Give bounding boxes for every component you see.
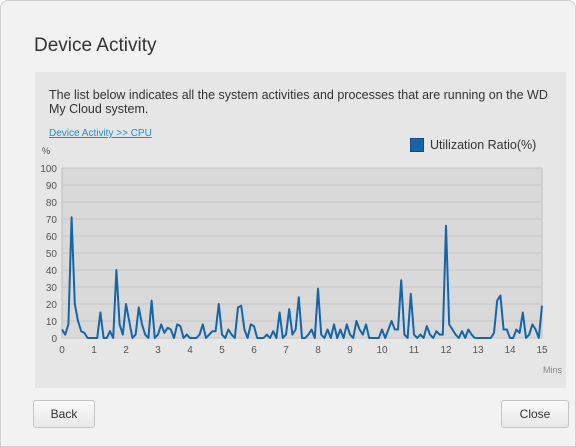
y-tick-label: 100 bbox=[40, 164, 57, 175]
x-tick-label: 4 bbox=[187, 345, 193, 356]
x-tick-label: 15 bbox=[536, 345, 548, 356]
y-tick-label: 30 bbox=[46, 283, 58, 294]
x-tick-label: 0 bbox=[59, 345, 65, 356]
x-tick-label: 1 bbox=[91, 345, 97, 356]
x-tick-label: 12 bbox=[440, 345, 452, 356]
close-button[interactable]: Close bbox=[501, 400, 569, 428]
legend-swatch bbox=[410, 138, 424, 152]
x-tick-label: 3 bbox=[155, 345, 161, 356]
dialog-title: Device Activity bbox=[34, 35, 157, 56]
x-axis-label: Mins bbox=[543, 365, 563, 375]
activity-panel: The list below indicates all the system … bbox=[35, 72, 566, 388]
y-tick-label: 50 bbox=[46, 249, 58, 260]
x-tick-label: 7 bbox=[283, 345, 289, 356]
y-tick-label: 80 bbox=[46, 198, 58, 209]
x-tick-label: 11 bbox=[409, 345, 420, 356]
x-tick-label: 14 bbox=[504, 345, 516, 356]
x-tick-label: 5 bbox=[219, 345, 225, 356]
x-tick-label: 2 bbox=[123, 345, 129, 356]
y-tick-label: 90 bbox=[46, 181, 58, 192]
y-tick-label: 10 bbox=[46, 317, 58, 328]
x-tick-label: 6 bbox=[251, 345, 257, 356]
y-tick-label: 0 bbox=[51, 334, 57, 345]
x-tick-label: 8 bbox=[315, 345, 321, 356]
back-button[interactable]: Back bbox=[33, 400, 95, 428]
y-axis-label: % bbox=[42, 146, 50, 156]
x-tick-label: 9 bbox=[347, 345, 353, 356]
y-tick-label: 40 bbox=[46, 266, 58, 277]
legend-label: Utilization Ratio(%) bbox=[430, 138, 537, 152]
chart-legend: Utilization Ratio(%) bbox=[410, 138, 536, 152]
x-tick-label: 13 bbox=[472, 345, 484, 356]
y-tick-label: 20 bbox=[46, 300, 58, 311]
y-tick-label: 70 bbox=[46, 215, 58, 226]
device-activity-dialog: Device Activity The list below indicates… bbox=[0, 0, 576, 447]
x-tick-label: 10 bbox=[376, 345, 388, 356]
cpu-utilization-chart: 01020304050607080901000 1 2 3 4 5 6 7 8 9 10 11 12 13… bbox=[40, 146, 563, 375]
y-tick-label: 60 bbox=[46, 232, 58, 243]
